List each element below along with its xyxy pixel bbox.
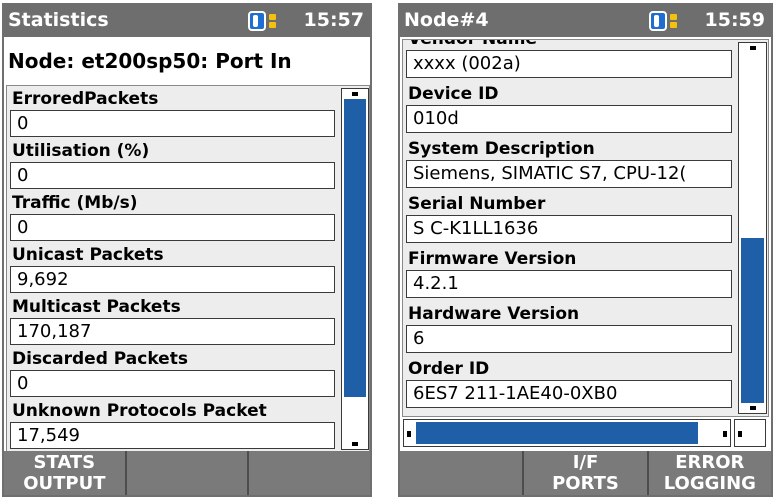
field-value[interactable]: Siemens, SIMATIC S7, CPU-12( — [406, 160, 732, 188]
softkey-line2: OUTPUT — [23, 473, 106, 494]
field-value[interactable]: xxxx (002a) — [406, 50, 732, 78]
softkey-bar: I/F PORTS ERROR LOGGING — [400, 451, 771, 495]
vertical-scrollbar[interactable] — [738, 42, 767, 414]
field-label: ErroredPackets — [12, 89, 159, 109]
field-label: Multicast Packets — [12, 297, 181, 317]
scroll-arrow-up-icon[interactable] — [749, 46, 756, 50]
field-value[interactable]: 6ES7 211-1AE40-0XB0 — [406, 380, 732, 408]
field-value[interactable]: S C-K1LL1636 — [406, 215, 732, 243]
field-vendor-name: Vendor Name xxxx (002a) — [406, 39, 732, 78]
field-multicast-packets: Multicast Packets 170,187 — [10, 296, 335, 345]
field-label: Serial Number — [408, 194, 546, 214]
vertical-scrollbar[interactable] — [341, 88, 369, 450]
softkey-if-ports[interactable]: I/F PORTS — [524, 451, 649, 495]
scroll-thumb[interactable] — [344, 99, 366, 397]
title-bar: Node#4 15:59 — [400, 5, 771, 37]
field-value[interactable]: 4.2.1 — [406, 270, 732, 298]
softkey-line1: I/F — [572, 452, 599, 473]
battery-icon — [649, 11, 679, 31]
field-value[interactable]: 0 — [10, 214, 335, 241]
field-label: Vendor Name — [408, 39, 537, 49]
field-device-id: Device ID 010d — [406, 83, 732, 133]
softkey-1[interactable] — [400, 451, 525, 495]
scroll-arrow-right-icon[interactable] — [723, 431, 727, 437]
screen-title: Statistics — [8, 9, 109, 31]
scroll-arrow-up-icon[interactable] — [352, 92, 358, 96]
softkey-line2: PORTS — [552, 473, 619, 494]
field-value[interactable]: 6 — [406, 325, 732, 353]
field-label: Unknown Protocols Packet — [12, 401, 267, 421]
field-value[interactable]: 17,549 — [10, 422, 335, 449]
field-unicast-packets: Unicast Packets 9,692 — [10, 244, 335, 293]
scrollbar-corner — [734, 419, 766, 447]
field-utilisation: Utilisation (%) 0 — [10, 140, 335, 189]
field-value[interactable]: 9,692 — [10, 266, 335, 293]
softkey-line2: LOGGING — [663, 473, 756, 494]
softkey-stats-output[interactable]: STATS OUTPUT — [4, 451, 127, 495]
field-serial-number: Serial Number S C-K1LL1636 — [406, 193, 732, 243]
field-traffic: Traffic (Mb/s) 0 — [10, 192, 335, 241]
field-label: Utilisation (%) — [12, 141, 150, 161]
scroll-arrow-down-icon[interactable] — [352, 442, 358, 446]
node-info-screen: Node#4 15:59 Vendor Name xxxx (002a) Dev… — [398, 3, 773, 497]
field-firmware-version: Firmware Version 4.2.1 — [406, 248, 732, 298]
field-value[interactable]: 0 — [10, 110, 335, 137]
softkey-2[interactable] — [127, 451, 250, 495]
statistics-screen: Statistics 15:57 Node: et200sp50: Port I… — [2, 3, 372, 497]
field-label: Order ID — [408, 359, 490, 379]
scroll-arrow-down-icon[interactable] — [749, 406, 756, 410]
field-label: Firmware Version — [408, 249, 577, 269]
field-system-description: System Description Siemens, SIMATIC S7, … — [406, 138, 732, 188]
title-bar: Statistics 15:57 — [4, 5, 370, 37]
field-label: Hardware Version — [408, 304, 580, 324]
field-value[interactable]: 010d — [406, 105, 732, 133]
node-heading: Node: et200sp50: Port In — [8, 49, 292, 73]
field-discarded-packets: Discarded Packets 0 — [10, 348, 335, 397]
field-unknown-protocols: Unknown Protocols Packet 17,549 — [10, 400, 335, 449]
field-value[interactable]: 0 — [10, 162, 335, 189]
statistics-list[interactable]: ErroredPackets 0 Utilisation (%) 0 Traff… — [6, 85, 370, 453]
scroll-arrow-left-icon[interactable] — [407, 431, 411, 437]
scroll-thumb[interactable] — [416, 422, 698, 444]
field-value[interactable]: 0 — [10, 370, 335, 397]
field-label: Device ID — [408, 84, 499, 104]
softkey-line1: STATS — [33, 452, 96, 473]
softkey-error-logging[interactable]: ERROR LOGGING — [649, 451, 771, 495]
field-label: Traffic (Mb/s) — [12, 193, 138, 213]
softkey-line1: ERROR — [675, 452, 745, 473]
field-errored-packets: ErroredPackets 0 — [10, 88, 335, 137]
node-details-list[interactable]: Vendor Name xxxx (002a) Device ID 010d S… — [402, 39, 769, 417]
field-hardware-version: Hardware Version 6 — [406, 303, 732, 353]
softkey-bar: STATS OUTPUT — [4, 451, 370, 495]
softkey-3[interactable] — [249, 451, 370, 495]
battery-icon — [248, 11, 278, 31]
clock: 15:59 — [704, 9, 765, 31]
scroll-arrow-right-icon — [738, 431, 742, 437]
field-label: System Description — [408, 139, 595, 159]
screen-title: Node#4 — [404, 9, 489, 31]
field-label: Unicast Packets — [12, 245, 164, 265]
field-value[interactable]: 170,187 — [10, 318, 335, 345]
clock: 15:57 — [303, 9, 364, 31]
field-order-id: Order ID 6ES7 211-1AE40-0XB0 — [406, 358, 732, 408]
field-label: Discarded Packets — [12, 349, 188, 369]
horizontal-scrollbar[interactable] — [403, 419, 731, 447]
scroll-thumb[interactable] — [741, 238, 764, 403]
